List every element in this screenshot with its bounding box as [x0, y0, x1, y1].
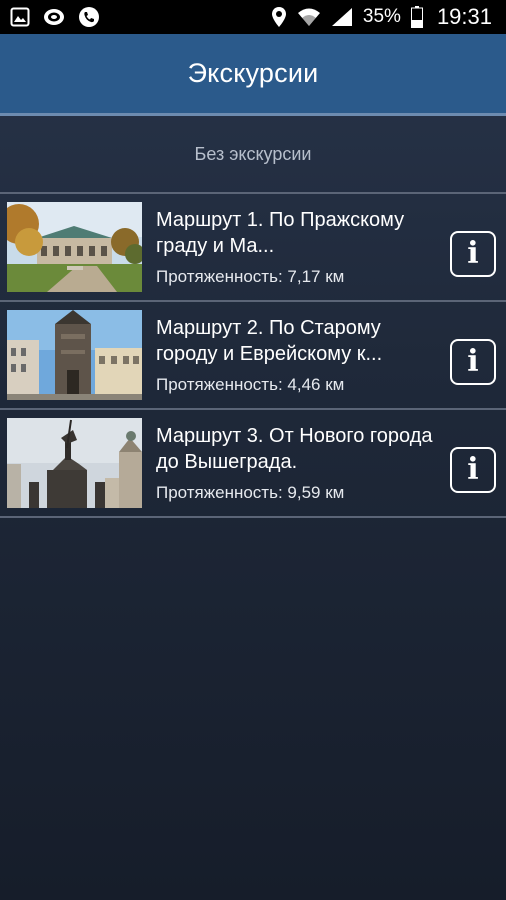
- info-icon: i: [467, 344, 479, 379]
- info-icon: i: [467, 452, 479, 487]
- list-item-route-3[interactable]: Маршрут 3. От Нового города до Вышеграда…: [0, 410, 506, 518]
- info-icon: i: [467, 236, 479, 271]
- route-length: Протяженность: 9,59 км: [156, 483, 440, 503]
- route-title: Маршрут 1. По Пражскому граду и Ма...: [156, 209, 405, 257]
- battery-percent: 35%: [362, 6, 401, 27]
- list-item-route-2[interactable]: Маршрут 2. По Старому городу и Еврейском…: [0, 302, 506, 410]
- no-tour-option[interactable]: Без экскурсии: [0, 116, 506, 194]
- info-button[interactable]: i: [450, 339, 496, 385]
- info-button[interactable]: i: [450, 447, 496, 493]
- status-left: [10, 6, 100, 28]
- route-length-label: Протяженность:: [156, 267, 283, 286]
- no-tour-label: Без экскурсии: [194, 143, 312, 164]
- list-item-route-1[interactable]: Маршрут 1. По Пражскому граду и Ма... Пр…: [0, 194, 506, 302]
- route-3-text: Маршрут 3. От Нового города до Вышеграда…: [142, 423, 450, 503]
- battery-icon: [410, 6, 423, 28]
- cast-icon: [42, 7, 66, 27]
- route-length: Протяженность: 4,46 км: [156, 375, 440, 395]
- route-length-value: 4,46 км: [287, 375, 345, 394]
- route-1-text: Маршрут 1. По Пражскому граду и Ма... Пр…: [142, 207, 450, 287]
- route-title: Маршрут 3. От Нового города до Вышеграда…: [156, 425, 433, 473]
- screen: 35% 19:31 Экскурсии Без экскурсии Маршру…: [0, 0, 506, 900]
- gallery-icon: [10, 7, 30, 27]
- location-icon: [271, 6, 287, 28]
- signal-icon: [331, 7, 353, 27]
- page-title: Экскурсии: [187, 58, 319, 88]
- wifi-icon: [297, 7, 321, 27]
- phone-icon: [78, 6, 100, 28]
- clock: 19:31: [436, 4, 492, 29]
- route-title: Маршрут 2. По Старому городу и Еврейском…: [156, 317, 383, 365]
- status-right: 35% 19:31: [271, 4, 492, 30]
- route-2-text: Маршрут 2. По Старому городу и Еврейском…: [142, 315, 450, 395]
- route-length-label: Протяженность:: [156, 375, 283, 394]
- status-bar: 35% 19:31: [0, 0, 506, 34]
- app-bar: Экскурсии: [0, 34, 506, 116]
- route-list: Маршрут 1. По Пражскому граду и Ма... Пр…: [0, 194, 506, 518]
- route-3-photo: [7, 418, 142, 508]
- route-length: Протяженность: 7,17 км: [156, 267, 440, 287]
- info-button[interactable]: i: [450, 231, 496, 277]
- route-1-photo: [7, 202, 142, 292]
- route-length-value: 7,17 км: [287, 267, 345, 286]
- route-2-photo: [7, 310, 142, 400]
- route-length-value: 9,59 км: [287, 483, 345, 502]
- route-length-label: Протяженность:: [156, 483, 283, 502]
